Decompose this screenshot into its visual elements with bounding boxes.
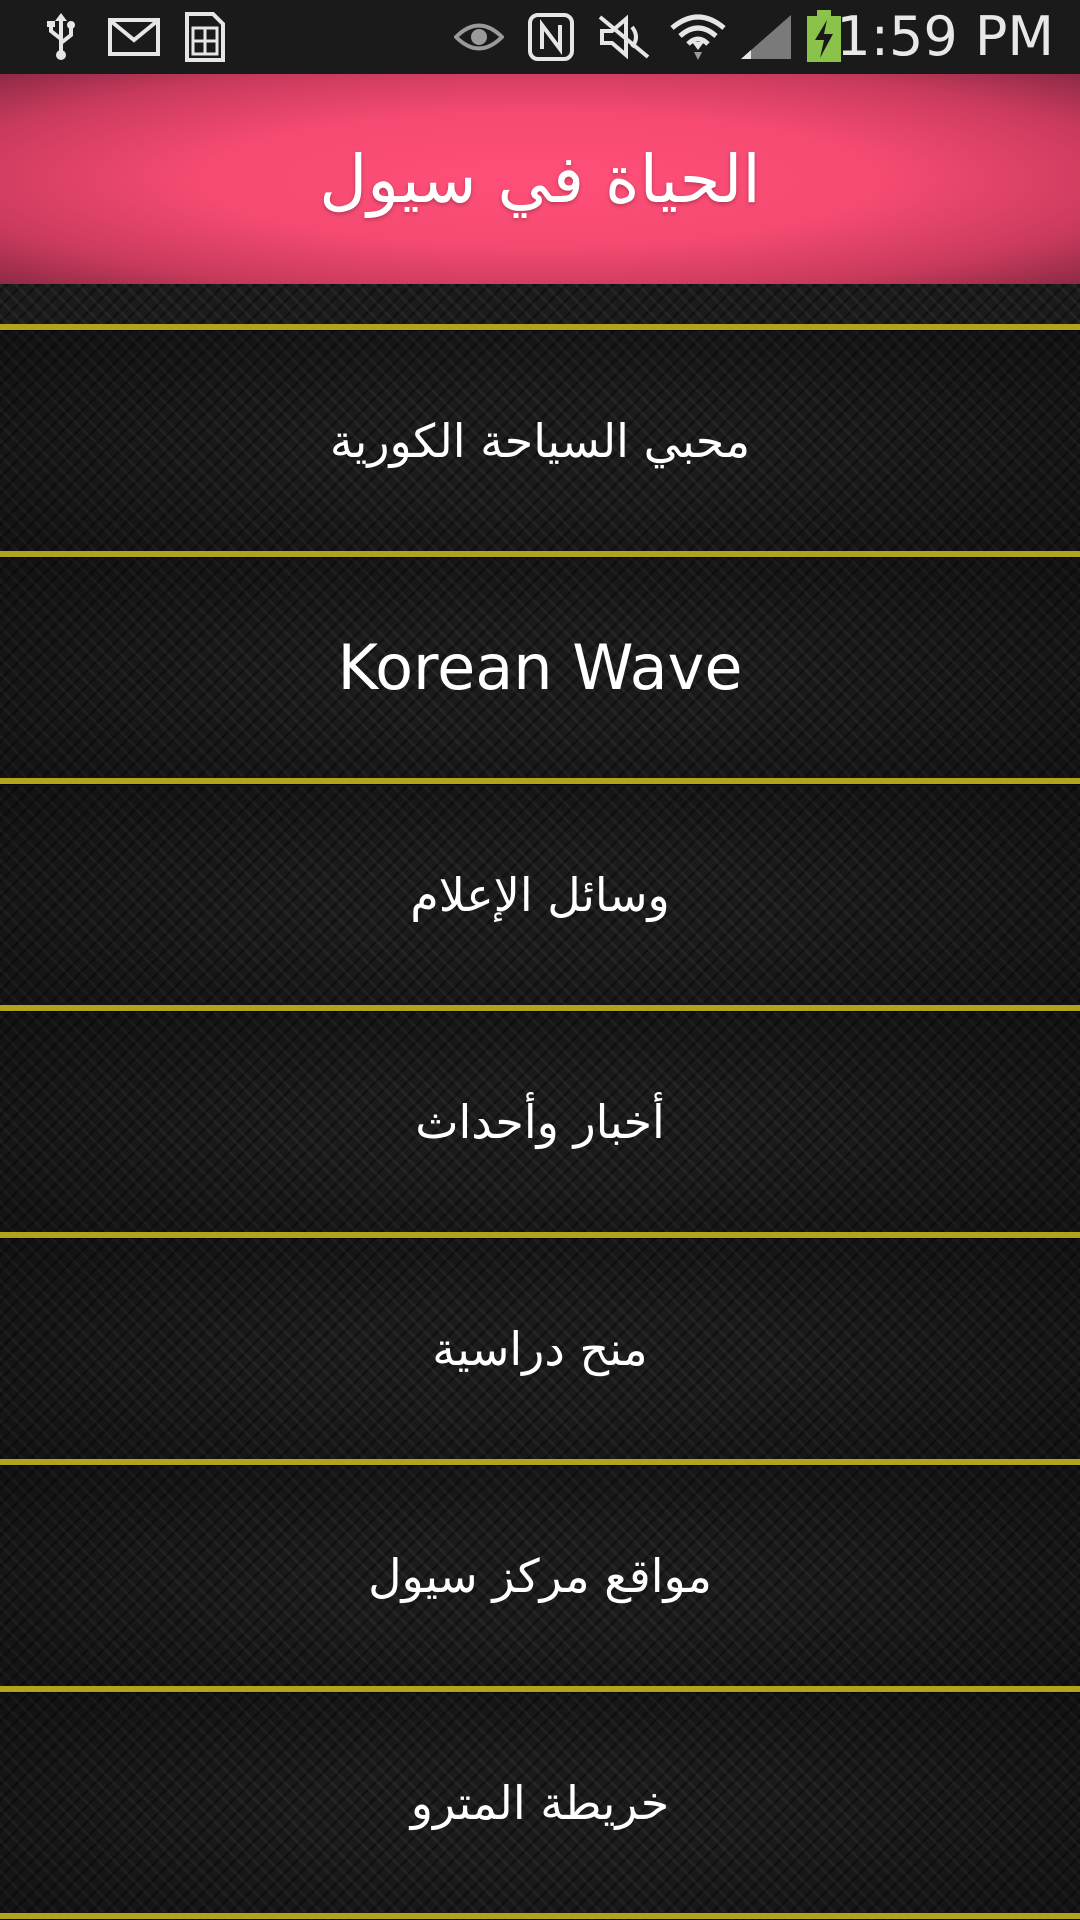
eye-icon: [452, 10, 506, 64]
wifi-icon: [668, 10, 728, 64]
menu-item-korean-tourism-lovers[interactable]: محبي السياحة الكورية: [0, 330, 1080, 551]
menu-item-news-events[interactable]: أخبار وأحداث: [0, 1011, 1080, 1232]
menu-item-media[interactable]: وسائل الإعلام: [0, 784, 1080, 1005]
menu-item-scholarships[interactable]: منح دراسية: [0, 1238, 1080, 1459]
divider: [0, 1913, 1080, 1919]
menu-item-label: Korean Wave: [337, 631, 743, 704]
menu-item-label: منح دراسية: [432, 1321, 648, 1376]
menu-item-metro-map[interactable]: خريطة المترو: [0, 1692, 1080, 1913]
menu-item-label: وسائل الإعلام: [410, 867, 670, 922]
gmail-icon: [104, 10, 164, 64]
menu-item-korean-wave[interactable]: Korean Wave: [0, 557, 1080, 778]
nfc-icon: [526, 10, 576, 64]
menu-item-label: أخبار وأحداث: [415, 1094, 665, 1149]
menu-list: محبي السياحة الكورية Korean Wave وسائل ا…: [0, 284, 1080, 1920]
usb-icon: [36, 10, 86, 64]
menu-item-label: محبي السياحة الكورية: [329, 413, 751, 468]
menu-item-seoul-center-locations[interactable]: مواقع مركز سيول: [0, 1465, 1080, 1686]
status-time: 1:59 PM: [836, 5, 1054, 68]
menu-item-label: خريطة المترو: [410, 1775, 670, 1830]
sim-card-icon: [180, 10, 230, 64]
app-header: الحياة في سيول: [0, 74, 1080, 284]
menu-item-label: مواقع مركز سيول: [368, 1548, 712, 1603]
page-title: الحياة في سيول: [319, 140, 761, 218]
signal-icon: [738, 10, 794, 64]
menu-top-spacer: [0, 284, 1080, 324]
status-bar: 1:59 PM: [0, 0, 1080, 74]
mute-icon: [594, 10, 654, 64]
